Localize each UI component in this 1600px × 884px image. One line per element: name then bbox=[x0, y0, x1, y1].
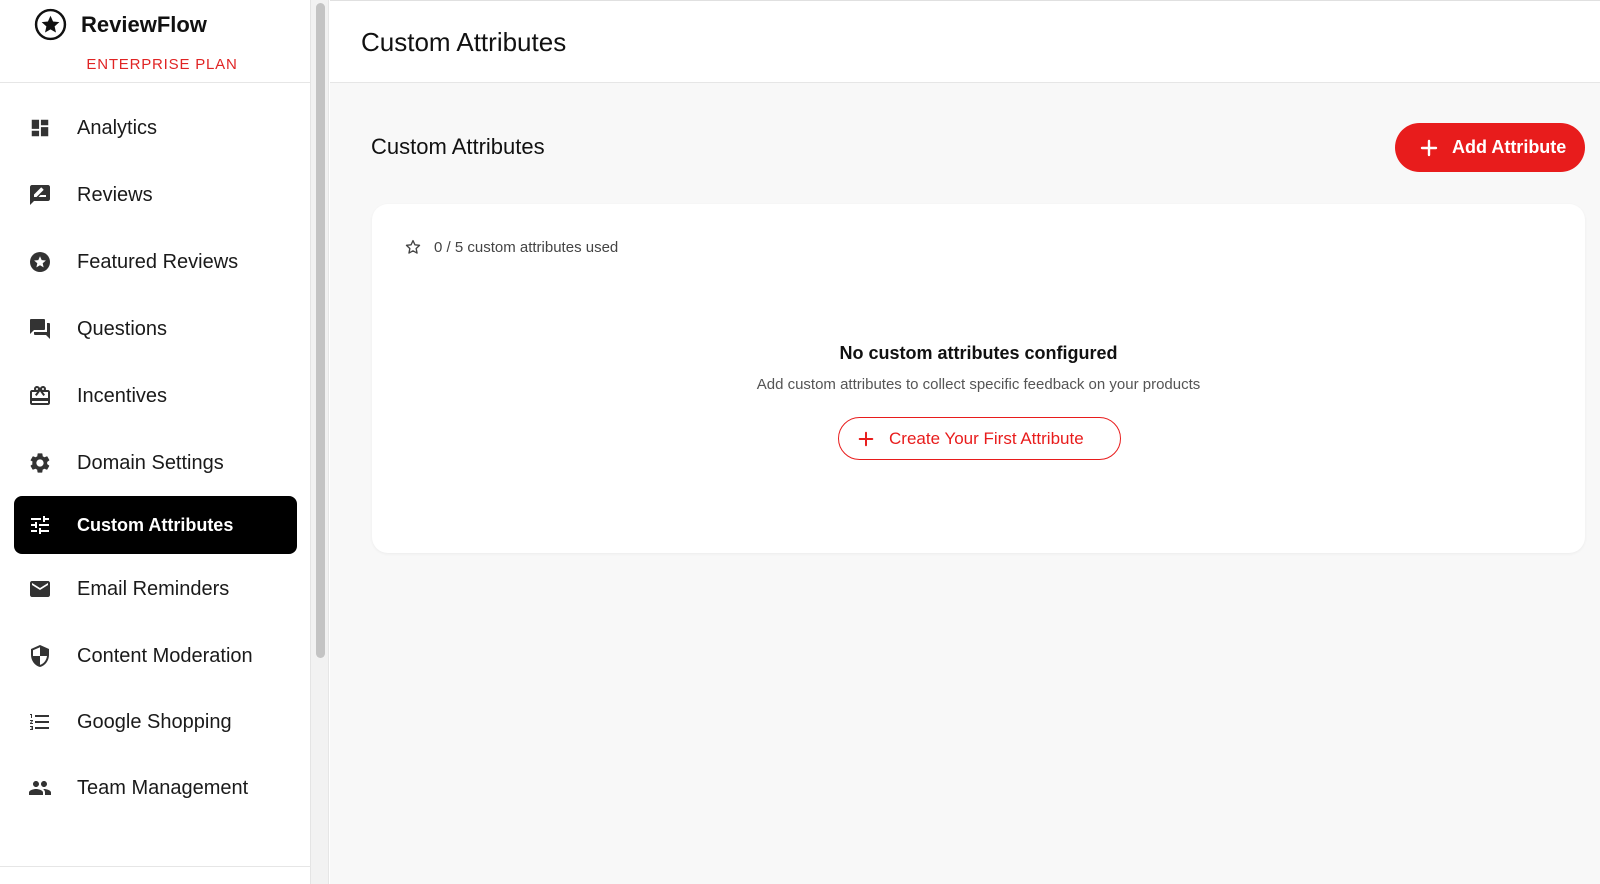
brand-header: ReviewFlow ENTERPRISE PLAN bbox=[0, 0, 310, 83]
sidebar-item-questions[interactable]: Questions bbox=[14, 300, 297, 358]
empty-state-description: Add custom attributes to collect specifi… bbox=[756, 376, 1201, 393]
gift-card-icon bbox=[27, 383, 53, 409]
sidebar-item-label: Analytics bbox=[77, 116, 158, 139]
sidebar-item-label: Questions bbox=[77, 317, 168, 340]
add-attribute-label: Add Attribute bbox=[1452, 137, 1567, 157]
sidebar-item-label: Incentives bbox=[77, 384, 168, 407]
main-content: Custom Attributes Custom Attributes Add … bbox=[330, 0, 1600, 884]
sidebar-item-featured-reviews[interactable]: Featured Reviews bbox=[14, 233, 297, 291]
sidebar-item-domain-settings[interactable]: Domain Settings bbox=[14, 434, 297, 492]
star-circle-icon bbox=[34, 8, 67, 41]
sidebar: ReviewFlow ENTERPRISE PLAN Analytics Rev… bbox=[0, 0, 311, 884]
sidebar-item-label: Custom Attributes bbox=[77, 514, 234, 535]
tune-icon bbox=[27, 512, 53, 538]
create-first-attribute-button[interactable]: Create Your First Attribute bbox=[838, 417, 1121, 460]
page-title: Custom Attributes bbox=[361, 27, 567, 57]
plan-badge: ENTERPRISE PLAN bbox=[86, 56, 238, 73]
brand-name: ReviewFlow bbox=[81, 12, 207, 37]
sidebar-item-label: Email Reminders bbox=[77, 577, 230, 600]
sidebar-item-label: Content Moderation bbox=[77, 644, 253, 667]
sidebar-item-incentives[interactable]: Incentives bbox=[14, 367, 297, 425]
mail-icon bbox=[27, 576, 53, 602]
sidebar-item-label: Team Management bbox=[77, 776, 249, 799]
sidebar-item-email-reminders[interactable]: Email Reminders bbox=[14, 560, 297, 618]
sidebar-item-reviews[interactable]: Reviews bbox=[14, 166, 297, 224]
section-title: Custom Attributes bbox=[371, 134, 545, 159]
sidebar-item-label: Google Shopping bbox=[77, 710, 232, 733]
usage-indicator: 0 / 5 custom attributes used bbox=[404, 238, 618, 256]
plus-icon bbox=[1420, 139, 1438, 156]
sidebar-scrollbar-thumb[interactable] bbox=[316, 3, 325, 658]
forum-icon bbox=[27, 316, 53, 342]
sidebar-item-content-moderation[interactable]: Content Moderation bbox=[14, 627, 297, 685]
sidebar-item-label: Featured Reviews bbox=[77, 250, 239, 273]
rate-review-icon bbox=[27, 182, 53, 208]
people-icon bbox=[27, 775, 53, 801]
list-icon bbox=[27, 709, 53, 735]
gear-icon bbox=[27, 450, 53, 476]
create-first-attribute-label: Create Your First Attribute bbox=[889, 428, 1084, 448]
attributes-card: 0 / 5 custom attributes used No custom a… bbox=[372, 204, 1585, 553]
add-attribute-button[interactable]: Add Attribute bbox=[1395, 123, 1585, 172]
usage-text: 0 / 5 custom attributes used bbox=[434, 238, 619, 256]
sidebar-item-analytics[interactable]: Analytics bbox=[14, 99, 297, 157]
star-badge-icon bbox=[27, 249, 53, 275]
top-bar: Custom Attributes bbox=[330, 0, 1600, 83]
sidebar-item-google-shopping[interactable]: Google Shopping bbox=[14, 693, 297, 751]
plus-icon bbox=[858, 431, 874, 446]
sidebar-divider bbox=[0, 866, 311, 867]
sidebar-item-label: Reviews bbox=[77, 183, 153, 206]
dashboard-icon bbox=[27, 115, 53, 141]
sidebar-item-custom-attributes[interactable]: Custom Attributes bbox=[14, 496, 297, 554]
shield-icon bbox=[27, 643, 53, 669]
empty-state-title: No custom attributes configured bbox=[839, 343, 1118, 363]
sidebar-item-label: Domain Settings bbox=[77, 451, 224, 474]
star-outline-icon bbox=[405, 239, 421, 254]
sidebar-item-team-management[interactable]: Team Management bbox=[14, 759, 297, 817]
app: ReviewFlow ENTERPRISE PLAN Analytics Rev… bbox=[0, 0, 1600, 884]
